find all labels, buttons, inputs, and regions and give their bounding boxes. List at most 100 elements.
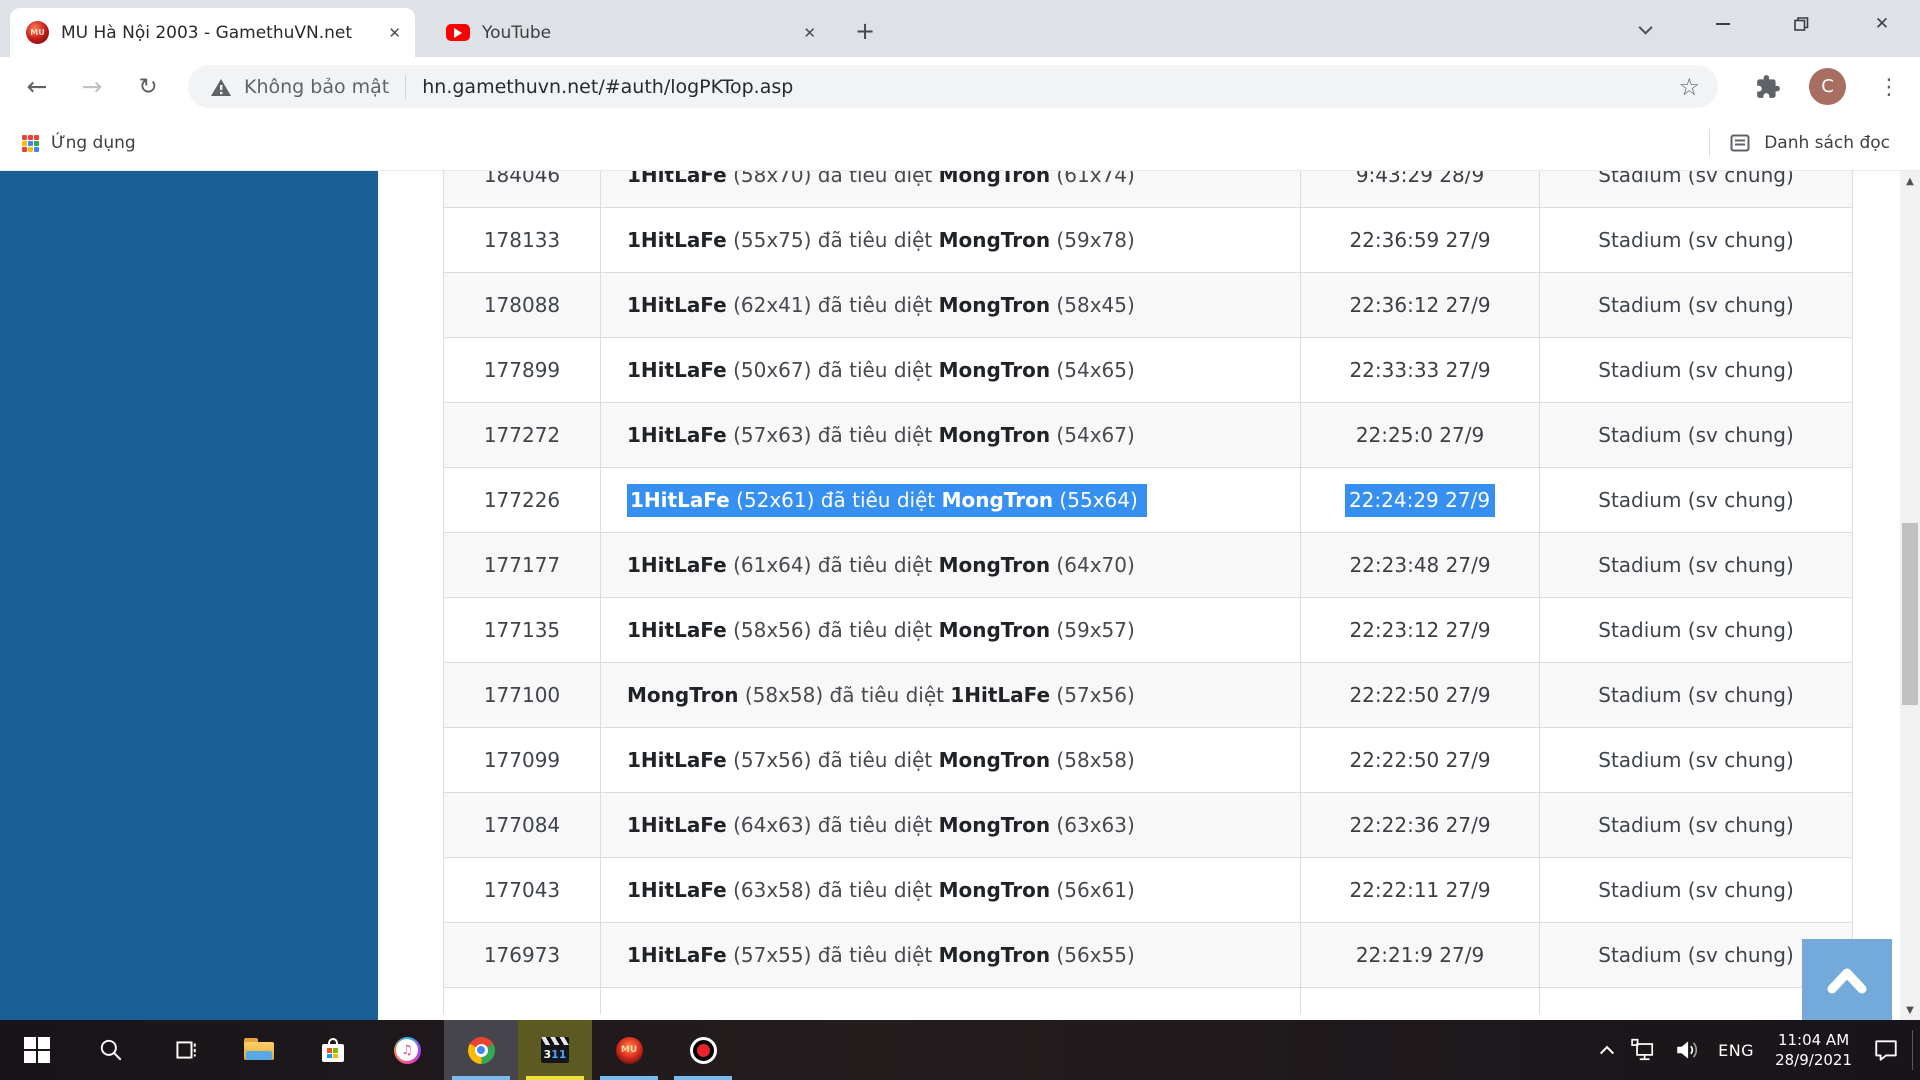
log-location-cell[interactable]: Stadium (sv chung): [1540, 468, 1852, 532]
window-restore-button[interactable]: [1772, 0, 1830, 48]
log-id-cell[interactable]: 177135: [444, 598, 601, 662]
table-row[interactable]: 178133 1HitLaFe (55x75) đã tiêu diệt Mon…: [444, 208, 1852, 273]
taskbar-clock[interactable]: 11:04 AM 28/9/2021: [1763, 1030, 1864, 1070]
close-tab-icon[interactable]: ✕: [803, 24, 816, 42]
scrollbar-down-arrow[interactable]: ▼: [1900, 1000, 1920, 1020]
table-row[interactable]: 177899 1HitLaFe (50x67) đã tiêu diệt Mon…: [444, 338, 1852, 403]
log-time-cell[interactable]: 22:22:50 27/9: [1301, 728, 1540, 792]
itunes-button[interactable]: ♫: [370, 1020, 444, 1080]
log-id-cell[interactable]: 178133: [444, 208, 601, 272]
log-location-cell[interactable]: Stadium (sv chung): [1540, 858, 1852, 922]
window-close-button[interactable]: ✕: [1853, 0, 1911, 48]
log-time-cell[interactable]: 22:36:59 27/9: [1301, 208, 1540, 272]
log-location-cell[interactable]: Stadium (sv chung): [1540, 533, 1852, 597]
table-row[interactable]: 177100 MongTron (58x58) đã tiêu diệt 1Hi…: [444, 663, 1852, 728]
scrollbar-thumb[interactable]: [1902, 523, 1918, 705]
kill-message-cell[interactable]: 1HitLaFe (63x58) đã tiêu diệt MongTron (…: [601, 858, 1301, 922]
security-status-label[interactable]: Không bảo mật: [244, 76, 389, 98]
kill-message-cell[interactable]: 1HitLaFe (57x63) đã tiêu diệt MongTron (…: [601, 403, 1301, 467]
log-location-cell[interactable]: Stadium (sv chung): [1540, 728, 1852, 792]
log-location-cell[interactable]: Stadium (sv chung): [1540, 208, 1852, 272]
log-time-cell[interactable]: 22:22:50 27/9: [1301, 663, 1540, 727]
tab-search-chevron-icon[interactable]: [1632, 14, 1662, 44]
table-row[interactable]: 177043 1HitLaFe (63x58) đã tiêu diệt Mon…: [444, 858, 1852, 923]
ms-store-button[interactable]: [296, 1020, 370, 1080]
log-id-cell[interactable]: 177899: [444, 338, 601, 402]
log-id-cell[interactable]: 177226: [444, 468, 601, 532]
log-time-cell[interactable]: 9:43:29 28/9: [1301, 171, 1540, 207]
kill-message-cell[interactable]: 1HitLaFe (55x75) đã tiêu diệt MongTron (…: [601, 208, 1301, 272]
scrollbar-up-arrow[interactable]: ▲: [1900, 171, 1920, 191]
apps-shortcut[interactable]: Ứng dụng: [22, 116, 136, 170]
log-id-cell[interactable]: 177043: [444, 858, 601, 922]
table-row[interactable]: 177099 1HitLaFe (57x56) đã tiêu diệt Mon…: [444, 728, 1852, 793]
close-tab-icon[interactable]: ✕: [388, 24, 401, 42]
kill-message-cell[interactable]: MongTron (58x58) đã tiêu diệt 1HitLaFe (…: [601, 663, 1301, 727]
kill-message-cell[interactable]: 1HitLaFe (58x70) đã tiêu diệt MongTron (…: [601, 171, 1301, 207]
table-row[interactable]: 177084 1HitLaFe (64x63) đã tiêu diệt Mon…: [444, 793, 1852, 858]
kill-message-cell[interactable]: 1HitLaFe (50x67) đã tiêu diệt MongTron (…: [601, 338, 1301, 402]
tab-mu-hanoi[interactable]: MU MU Hà Nội 2003 - GamethuVN.net ✕: [10, 8, 415, 57]
log-id-cell[interactable]: 184046: [444, 171, 601, 207]
reading-list-button[interactable]: Danh sách đọc: [1709, 116, 1890, 170]
window-minimize-button[interactable]: [1694, 0, 1752, 48]
profile-avatar[interactable]: C: [1809, 68, 1846, 105]
tab-youtube[interactable]: YouTube ✕: [430, 8, 830, 57]
log-location-cell[interactable]: Stadium (sv chung): [1540, 338, 1852, 402]
log-id-cell[interactable]: 178088: [444, 273, 601, 337]
log-time-cell[interactable]: 22:25:0 27/9: [1301, 403, 1540, 467]
log-id-cell[interactable]: 177099: [444, 728, 601, 792]
file-explorer-button[interactable]: [222, 1020, 296, 1080]
table-row[interactable]: 178088 1HitLaFe (62x41) đã tiêu diệt Mon…: [444, 273, 1852, 338]
log-location-cell[interactable]: Stadium (sv chung): [1540, 273, 1852, 337]
back-button[interactable]: ←: [15, 57, 59, 116]
table-row[interactable]: 177226 1HitLaFe (52x61) đã tiêu diệt Mon…: [444, 468, 1852, 533]
log-time-cell[interactable]: 22:23:12 27/9: [1301, 598, 1540, 662]
chrome-taskbar-button[interactable]: [444, 1020, 518, 1080]
tray-hidden-icons-button[interactable]: [1593, 1020, 1621, 1080]
kill-message-cell[interactable]: 1HitLaFe (62x41) đã tiêu diệt MongTron (…: [601, 273, 1301, 337]
bookmark-star-icon[interactable]: ☆: [1678, 73, 1700, 101]
address-bar[interactable]: Không bảo mật hn.gamethuvn.net/#auth/log…: [188, 65, 1718, 108]
log-location-cell[interactable]: Stadium (sv chung): [1540, 598, 1852, 662]
log-location-cell[interactable]: Stadium (sv chung): [1540, 793, 1852, 857]
action-center-button[interactable]: [1864, 1020, 1908, 1080]
log-location-cell[interactable]: Stadium (sv chung): [1540, 171, 1852, 207]
log-id-cell[interactable]: 177100: [444, 663, 601, 727]
new-tab-button[interactable]: +: [848, 14, 882, 48]
log-location-cell[interactable]: Stadium (sv chung): [1540, 663, 1852, 727]
forward-button[interactable]: →: [70, 57, 114, 116]
scroll-to-top-button[interactable]: [1802, 939, 1892, 1020]
log-time-cell[interactable]: 22:24:29 27/9: [1301, 468, 1540, 532]
task-view-button[interactable]: [148, 1020, 222, 1080]
log-time-cell[interactable]: 22:33:33 27/9: [1301, 338, 1540, 402]
page-scrollbar[interactable]: ▲ ▼: [1900, 171, 1920, 1020]
mu-game-taskbar-button[interactable]: MU: [592, 1020, 666, 1080]
kill-message-cell[interactable]: 1HitLaFe (64x63) đã tiêu diệt MongTron (…: [601, 793, 1301, 857]
screen-recorder-taskbar-button[interactable]: [666, 1020, 740, 1080]
table-row[interactable]: 177177 1HitLaFe (61x64) đã tiêu diệt Mon…: [444, 533, 1852, 598]
network-button[interactable]: [1621, 1020, 1665, 1080]
table-row[interactable]: 176973 1HitLaFe (57x55) đã tiêu diệt Mon…: [444, 923, 1852, 988]
show-desktop-button[interactable]: [1913, 1020, 1920, 1080]
table-row[interactable]: 184046 1HitLaFe (58x70) đã tiêu diệt Mon…: [444, 171, 1852, 208]
log-time-cell[interactable]: 22:22:36 27/9: [1301, 793, 1540, 857]
kill-message-cell[interactable]: 1HitLaFe (58x56) đã tiêu diệt MongTron (…: [601, 598, 1301, 662]
table-row[interactable]: 177272 1HitLaFe (57x63) đã tiêu diệt Mon…: [444, 403, 1852, 468]
language-indicator[interactable]: ENG: [1709, 1020, 1763, 1080]
browser-menu-button[interactable]: ⋮: [1872, 67, 1906, 107]
log-id-cell[interactable]: 176973: [444, 923, 601, 987]
extensions-button[interactable]: [1755, 74, 1781, 104]
kill-message-cell[interactable]: 1HitLaFe (61x64) đã tiêu diệt MongTron (…: [601, 533, 1301, 597]
log-id-cell[interactable]: 177272: [444, 403, 601, 467]
log-time-cell[interactable]: 22:22:11 27/9: [1301, 858, 1540, 922]
log-id-cell[interactable]: 177177: [444, 533, 601, 597]
kill-message-cell[interactable]: 1HitLaFe (57x55) đã tiêu diệt MongTron (…: [601, 923, 1301, 987]
volume-button[interactable]: [1665, 1020, 1709, 1080]
kill-message-cell[interactable]: 1HitLaFe (52x61) đã tiêu diệt MongTron (…: [601, 468, 1301, 532]
start-button[interactable]: [0, 1020, 74, 1080]
kmplayer-taskbar-button[interactable]: 311: [518, 1020, 592, 1080]
log-location-cell[interactable]: Stadium (sv chung): [1540, 403, 1852, 467]
table-row[interactable]: 177135 1HitLaFe (58x56) đã tiêu diệt Mon…: [444, 598, 1852, 663]
log-time-cell[interactable]: 22:36:12 27/9: [1301, 273, 1540, 337]
